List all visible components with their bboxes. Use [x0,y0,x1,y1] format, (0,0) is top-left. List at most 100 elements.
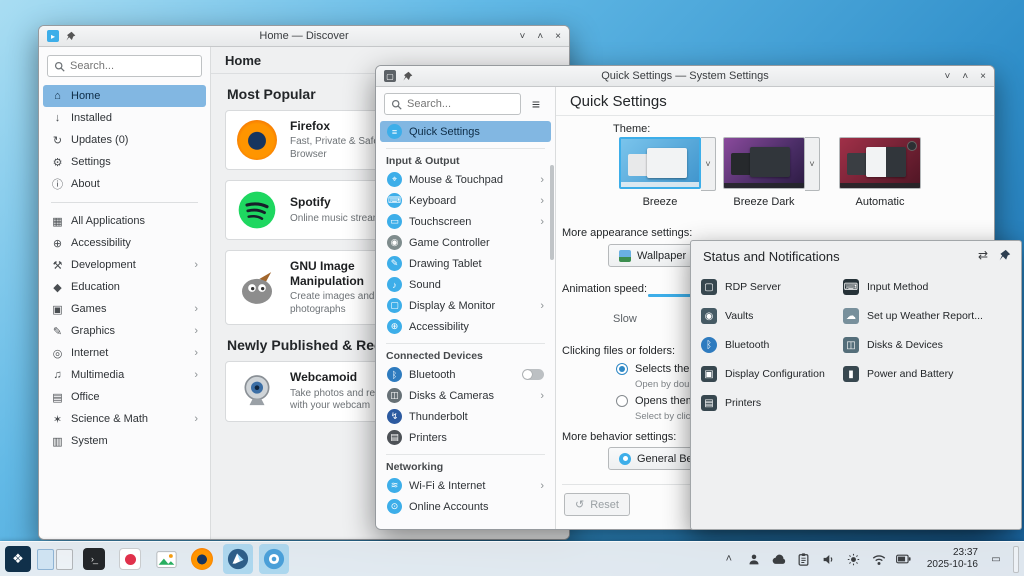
task-firefox[interactable] [187,544,217,574]
category-all-applications[interactable]: ▦All Applications [43,210,206,232]
cloud-icon[interactable] [770,550,788,568]
item-label: Disks & Devices [867,339,943,351]
chevron-right-icon: › [540,216,544,228]
settings-search[interactable] [384,93,521,115]
show-desktop-button[interactable] [1013,546,1019,573]
desktop[interactable]: { "glyphs": { "min": "˅", "max": "˄", "c… [0,0,1024,576]
peek-desktop-icon[interactable]: ▭ [988,551,1004,567]
category-multimedia[interactable]: ♫Multimedia› [43,364,206,386]
popup-item-printers[interactable]: ▤Printers [701,393,761,413]
sidebar-item-display-monitor[interactable]: ▢Display & Monitor› [380,295,551,316]
app-launcher-button[interactable]: ❖ [5,546,31,572]
sidebar-item-quick-settings[interactable]: ≡Quick Settings [380,121,551,142]
brightness-icon[interactable] [845,550,863,568]
sidebar-item-drawing-tablet[interactable]: ✎Drawing Tablet [380,253,551,274]
minimize-button[interactable]: ˅ [519,26,525,47]
sidebar-item-installed[interactable]: ↓Installed [43,107,206,129]
maximize-button[interactable]: ˄ [537,26,543,47]
education-icon: ◆ [51,281,64,294]
item-label: Settings [71,156,111,168]
pin-icon[interactable] [998,249,1011,262]
close-button[interactable]: × [980,66,986,87]
maximize-button[interactable]: ˄ [962,66,968,87]
wallpaper-button[interactable]: Wallpaper [608,244,697,267]
sidebar-item-settings[interactable]: ⚙Settings [43,151,206,173]
category-graphics[interactable]: ✎Graphics› [43,320,206,342]
chevron-right-icon: › [194,413,198,425]
minimize-button[interactable]: ˅ [944,66,950,87]
sidebar-item-touchscreen[interactable]: ▭Touchscreen› [380,211,551,232]
sidebar-item-game-controller[interactable]: ◉Game Controller [380,232,551,253]
category-education[interactable]: ◆Education [43,276,206,298]
task-media-player[interactable] [115,544,145,574]
wifi-icon[interactable] [870,550,888,568]
sidebar-item-bluetooth[interactable]: ᛒBluetooth [380,364,551,385]
popup-item-power-battery[interactable]: ▮Power and Battery [843,364,953,384]
task-konsole[interactable]: ›_ [79,544,109,574]
desktop-2[interactable] [56,549,73,570]
sidebar-scrollbar[interactable] [550,165,554,260]
pin-icon[interactable] [402,71,413,82]
popup-item-rdp-server[interactable]: ▢RDP Server [701,277,781,297]
popup-item-input-method[interactable]: ⌨Input Method [843,277,928,297]
sidebar-item-updates[interactable]: ↻Updates (0) [43,129,206,151]
category-games[interactable]: ▣Games› [43,298,206,320]
category-internet[interactable]: ◎Internet› [43,342,206,364]
popup-item-vaults[interactable]: ◉Vaults [701,306,753,326]
sidebar-item-printers[interactable]: ▤Printers [380,427,551,448]
slow-label: Slow [613,313,637,325]
sidebar-item-home[interactable]: ⌂Home [43,85,206,107]
popup-item-weather[interactable]: ☁Set up Weather Report... [843,306,983,326]
battery-icon[interactable] [895,550,913,568]
bluetooth-toggle[interactable] [522,369,544,380]
category-accessibility[interactable]: ⊕Accessibility [43,232,206,254]
popup-item-disks-devices[interactable]: ◫Disks & Devices [843,335,943,355]
breeze-dark-dropdown-button[interactable]: ˅ [805,137,820,191]
discover-search[interactable] [47,55,202,77]
taskbar: ❖ ›_ ˄ 23:37 2025-10-16 ▭ [0,541,1024,576]
configure-icon[interactable]: ⇄ [978,248,988,262]
popup-item-display-configuration[interactable]: ▣Display Configuration [701,364,825,384]
desktop-1[interactable] [37,549,54,570]
accessibility-icon: ⊕ [51,237,64,250]
sidebar-item-disks-cameras[interactable]: ◫Disks & Cameras› [380,385,551,406]
theme-preview-breeze[interactable] [619,137,701,189]
digital-clock[interactable]: 23:37 2025-10-16 [927,547,978,572]
sidebar-item-wifi-internet[interactable]: ≋Wi-Fi & Internet› [380,475,551,496]
section-header-input-output: Input & Output [386,148,545,167]
sidebar-item-accessibility[interactable]: ⊕Accessibility [380,316,551,337]
sidebar-item-keyboard[interactable]: ⌨Keyboard› [380,190,551,211]
sidebar-item-about[interactable]: ⓘAbout [43,173,206,195]
task-discover[interactable] [223,544,253,574]
popup-item-bluetooth[interactable]: ᛒBluetooth [701,335,769,355]
reset-button[interactable]: ↺ Reset [564,493,630,516]
sidebar-item-sound[interactable]: ♪Sound [380,274,551,295]
settings-titlebar[interactable]: ▢ Quick Settings — System Settings ˅ ˄ × [376,66,994,87]
category-system[interactable]: ▥System [43,430,206,452]
clipboard-icon[interactable] [795,550,813,568]
close-button[interactable]: × [555,26,561,47]
theme-preview-breeze-dark[interactable] [723,137,805,189]
hamburger-menu-button[interactable]: ≡ [525,93,547,115]
pin-icon[interactable] [65,31,76,42]
user-icon[interactable] [745,550,763,568]
category-science-math[interactable]: ✶Science & Math› [43,408,206,430]
search-input[interactable] [70,60,195,72]
breeze-dropdown-button[interactable]: ˅ [701,137,716,191]
task-gwenview[interactable] [151,544,181,574]
category-development[interactable]: ⚒Development› [43,254,206,276]
sidebar-item-thunderbolt[interactable]: ↯Thunderbolt [380,406,551,427]
sidebar-item-online-accounts[interactable]: ⊙Online Accounts [380,496,551,517]
virtual-desktop-pager[interactable] [37,549,73,570]
sidebar-item-mouse-touchpad[interactable]: ⌖Mouse & Touchpad› [380,169,551,190]
item-label: Thunderbolt [409,411,468,423]
volume-icon[interactable] [820,550,838,568]
discover-titlebar[interactable]: ▸ Home — Discover ˅ ˄ × [39,26,569,47]
expand-tray-icon[interactable]: ˄ [720,550,738,568]
theme-preview-automatic[interactable] [839,137,921,189]
category-office[interactable]: ▤Office [43,386,206,408]
radio-opens-them[interactable]: Opens them [616,395,695,407]
search-input[interactable] [407,98,514,110]
radio-selects-them[interactable]: Selects them [616,363,699,375]
task-system-settings[interactable] [259,544,289,574]
